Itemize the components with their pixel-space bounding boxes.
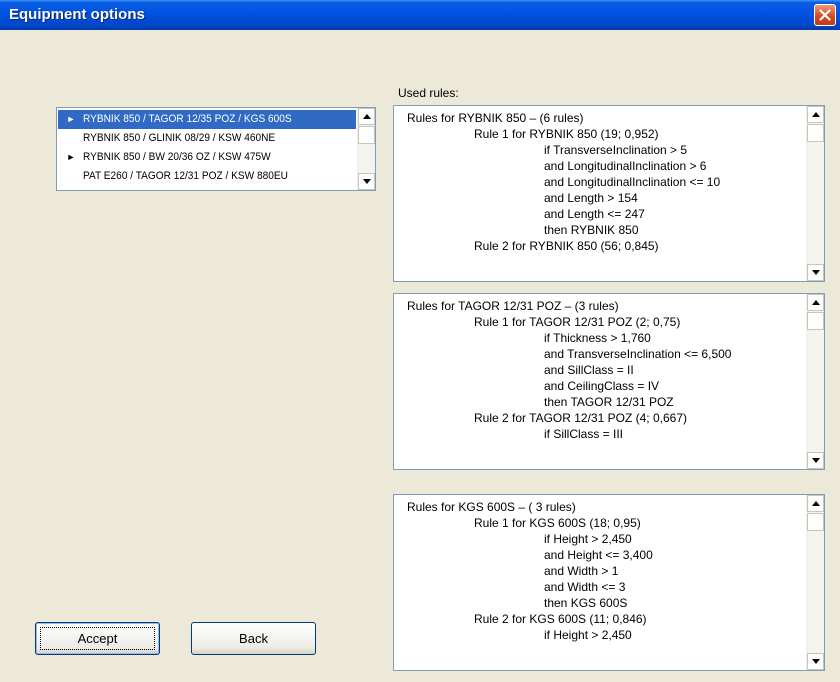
scroll-down-button[interactable] — [807, 653, 824, 670]
accept-button-label: Accept — [77, 631, 118, 646]
rule-line: if TransverseInclination > 5 — [544, 143, 688, 157]
list-item-label: RYBNIK 850 / BW 20/36 OZ / KSW 475W — [83, 151, 271, 163]
equipment-list[interactable]: ► RYBNIK 850 / TAGOR 12/35 POZ / KGS 600… — [56, 107, 376, 191]
rule-line: Rule 2 for KGS 600S (11; 0,846) — [474, 612, 647, 626]
scroll-up-arrow-icon — [812, 112, 820, 117]
scroll-down-button[interactable] — [807, 264, 824, 281]
scroll-thumb[interactable] — [807, 312, 824, 330]
rule-line: Rule 1 for KGS 600S (18; 0,95) — [474, 516, 641, 530]
rule-line: Rules for KGS 600S – ( 3 rules) — [407, 500, 576, 514]
used-rules-label: Used rules: — [398, 86, 459, 100]
scroll-thumb[interactable] — [358, 126, 375, 144]
list-item-label: RYBNIK 850 / GLINIK 08/29 / KSW 460NE — [83, 132, 276, 144]
scroll-up-arrow-icon — [812, 300, 820, 305]
rule-line: then RYBNIK 850 — [544, 223, 639, 237]
scroll-down-arrow-icon — [812, 270, 820, 275]
row-marker: ► — [66, 114, 76, 124]
list-item[interactable]: ► RYBNIK 850 / BW 20/36 OZ / KSW 475W — [58, 148, 356, 167]
rule-line: and SillClass = II — [544, 363, 634, 377]
rules-scrollbar[interactable] — [806, 495, 824, 670]
back-button[interactable]: Back — [191, 622, 316, 655]
rule-line: if Thickness > 1,760 — [544, 331, 651, 345]
scroll-up-button[interactable] — [358, 108, 375, 125]
scroll-up-button[interactable] — [807, 294, 824, 311]
scroll-up-arrow-icon — [363, 114, 371, 119]
scroll-up-button[interactable] — [807, 106, 824, 123]
rule-line: and TransverseInclination <= 6,500 — [544, 347, 732, 361]
rules-box-tagor[interactable]: Rules for TAGOR 12/31 POZ – (3 rules) Ru… — [393, 293, 825, 470]
list-item[interactable]: ► RYBNIK 850 / TAGOR 12/35 POZ / KGS 600… — [58, 110, 356, 129]
rule-line: Rules for RYBNIK 850 – (6 rules) — [407, 111, 584, 125]
rules-box-rybnik[interactable]: Rules for RYBNIK 850 – (6 rules) Rule 1 … — [393, 105, 825, 282]
window-title: Equipment options — [9, 6, 145, 23]
close-button[interactable] — [814, 4, 836, 26]
rule-line: and LongitudinalInclination <= 10 — [544, 175, 721, 189]
rule-line: and Width <= 3 — [544, 580, 626, 594]
rule-line: if Height > 2,450 — [544, 628, 632, 642]
rules-box-kgs[interactable]: Rules for KGS 600S – ( 3 rules) Rule 1 f… — [393, 494, 825, 671]
accept-button[interactable]: Accept — [35, 622, 160, 655]
back-button-label: Back — [239, 631, 268, 646]
rule-line: and LongitudinalInclination > 6 — [544, 159, 707, 173]
rule-line: then TAGOR 12/31 POZ — [544, 395, 674, 409]
title-bar[interactable]: Equipment options — [0, 0, 840, 30]
rule-line: and Width > 1 — [544, 564, 619, 578]
scroll-thumb[interactable] — [807, 124, 824, 142]
scroll-up-arrow-icon — [812, 501, 820, 506]
rule-line: Rule 1 for RYBNIK 850 (19; 0,952) — [474, 127, 659, 141]
rule-line: Rule 2 for RYBNIK 850 (56; 0,845) — [474, 239, 659, 253]
rule-line: then KGS 600S — [544, 596, 628, 610]
scroll-down-arrow-icon — [363, 179, 371, 184]
list-item-label: RYBNIK 850 / TAGOR 12/35 POZ / KGS 600S — [83, 113, 292, 125]
scroll-up-button[interactable] — [807, 495, 824, 512]
rule-line: if SillClass = III — [544, 427, 624, 441]
close-icon — [819, 9, 831, 21]
list-item-label: PAT E260 / TAGOR 12/31 POZ / KSW 880EU — [83, 170, 288, 182]
list-item[interactable]: PAT E260 / TAGOR 12/31 POZ / KSW 880EU — [58, 167, 356, 186]
scroll-down-button[interactable] — [358, 173, 375, 190]
rules-scrollbar[interactable] — [806, 106, 824, 281]
rules-scrollbar[interactable] — [806, 294, 824, 469]
rule-line: Rules for TAGOR 12/31 POZ – (3 rules) — [407, 299, 619, 313]
rule-line: Rule 1 for TAGOR 12/31 POZ (2; 0,75) — [474, 315, 681, 329]
list-item[interactable]: RYBNIK 850 / GLINIK 08/29 / KSW 460NE — [58, 129, 356, 148]
rule-line: and Length <= 247 — [544, 207, 645, 221]
rule-line: and Height <= 3,400 — [544, 548, 653, 562]
rule-line: if Height > 2,450 — [544, 532, 632, 546]
scroll-down-button[interactable] — [807, 452, 824, 469]
rule-line: Rule 2 for TAGOR 12/31 POZ (4; 0,667) — [474, 411, 687, 425]
row-marker: ► — [66, 152, 76, 162]
scroll-down-arrow-icon — [812, 458, 820, 463]
list-scrollbar[interactable] — [357, 108, 375, 190]
rule-line: and Length > 154 — [544, 191, 638, 205]
rule-line: and CeilingClass = IV — [544, 379, 660, 393]
scroll-thumb[interactable] — [807, 513, 824, 531]
scroll-down-arrow-icon — [812, 659, 820, 664]
